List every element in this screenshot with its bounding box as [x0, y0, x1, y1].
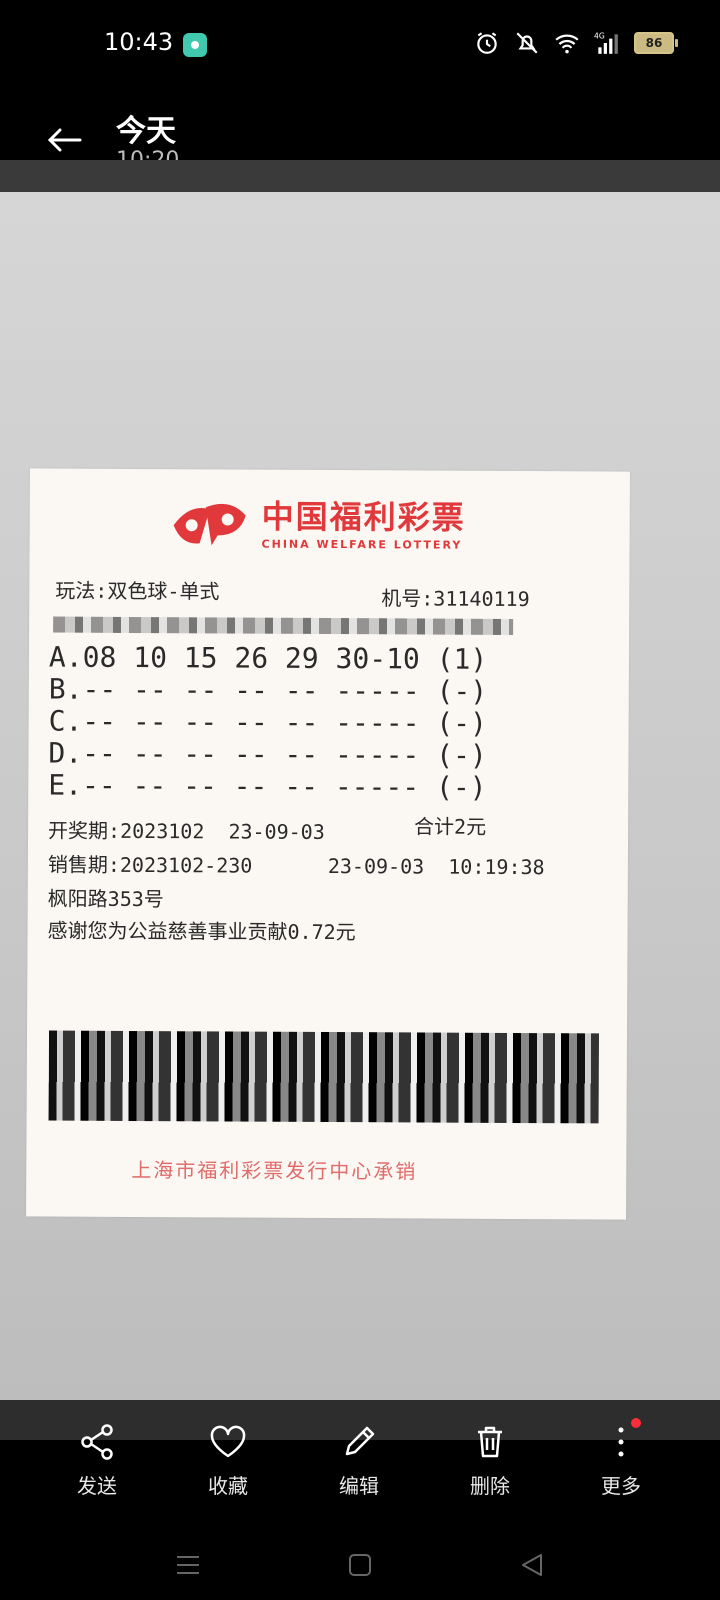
signal-icon: 4G: [594, 32, 618, 54]
app-notification-icon: [183, 33, 207, 57]
menu-nav-icon[interactable]: [173, 1550, 203, 1580]
share-icon: [81, 1424, 113, 1460]
battery-indicator: 86: [634, 32, 678, 54]
ticket-line-c: C.-- -- -- -- -- ----- (-): [48, 704, 488, 740]
viewer-header: 今天 10:20: [0, 90, 720, 173]
photo-action-toolbar: 发送 收藏 编辑 删除 更多: [0, 1418, 720, 1528]
ticket-machine-no: 机号:31140119: [381, 586, 530, 612]
ticket-barcode-redacted: [48, 1030, 600, 1124]
ticket-total: 合计2元: [414, 814, 487, 839]
photo-date-title: 今天: [116, 114, 176, 149]
ticket-issuer: 上海市福利彩票发行中心承销: [131, 1157, 418, 1184]
alarm-icon: [477, 32, 497, 54]
lottery-logo: 中国福利彩票 CHINA WELFARE LOTTERY: [170, 491, 466, 552]
ticket-address: 枫阳路353号: [47, 886, 164, 912]
ticket-line-e: E.-- -- -- -- -- ----- (-): [48, 768, 487, 804]
ticket-draw-period: 开奖期:2023102 23-09-03: [48, 818, 325, 844]
favorite-label: 收藏: [208, 1474, 248, 1498]
edit-button[interactable]: 编辑: [309, 1418, 409, 1499]
status-icons: 4G 86: [474, 30, 678, 56]
edit-label: 编辑: [339, 1474, 379, 1498]
more-icon: [618, 1427, 624, 1457]
system-nav-bar: [0, 1530, 720, 1600]
ticket-play-type: 玩法:双色球-单式: [55, 578, 220, 604]
notification-dot: [631, 1418, 641, 1428]
back-nav-icon[interactable]: [517, 1550, 547, 1580]
status-bar: 10:43 4G 86: [0, 0, 720, 90]
more-label: 更多: [601, 1474, 641, 1498]
wifi-icon: [555, 34, 579, 54]
photo-top-edge: [0, 160, 720, 192]
ticket-thanks: 感谢您为公益慈善事业贡献0.72元: [47, 918, 356, 945]
trash-icon: [478, 1426, 502, 1458]
mute-icon: [516, 32, 538, 54]
send-button[interactable]: 发送: [47, 1418, 147, 1499]
heart-icon: [210, 1425, 246, 1458]
status-time: 10:43: [104, 28, 174, 56]
ticket-line-b: B.-- -- -- -- -- ----- (-): [48, 672, 488, 708]
ticket-sale-period: 销售期:2023102-230: [47, 852, 253, 878]
ticket-sale-time: 23-09-03 10:19:38: [327, 853, 545, 880]
send-label: 发送: [77, 1474, 117, 1498]
ticket-line-a: A.08 10 15 26 29 30-10 (1): [48, 640, 488, 676]
svg-text:4G: 4G: [594, 32, 605, 41]
lottery-ticket: 中国福利彩票 CHINA WELFARE LOTTERY 玩法:双色球-单式 机…: [26, 468, 630, 1220]
pencil-icon: [345, 1426, 375, 1456]
home-nav-icon[interactable]: [345, 1550, 375, 1580]
logo-english-text: CHINA WELFARE LOTTERY: [261, 537, 463, 552]
back-arrow-icon[interactable]: [44, 120, 84, 160]
ticket-line-d: D.-- -- -- -- -- ----- (-): [48, 736, 487, 772]
ticket-serial-redacted: [53, 616, 514, 635]
delete-button[interactable]: 删除: [440, 1418, 540, 1499]
photo-view[interactable]: 中国福利彩票 CHINA WELFARE LOTTERY 玩法:双色球-单式 机…: [0, 192, 720, 1400]
logo-chinese-text: 中国福利彩票: [261, 497, 466, 537]
more-button[interactable]: 更多: [571, 1418, 671, 1499]
favorite-button[interactable]: 收藏: [178, 1418, 278, 1499]
delete-label: 删除: [470, 1474, 510, 1498]
welfare-lottery-logo-icon: [173, 503, 246, 545]
